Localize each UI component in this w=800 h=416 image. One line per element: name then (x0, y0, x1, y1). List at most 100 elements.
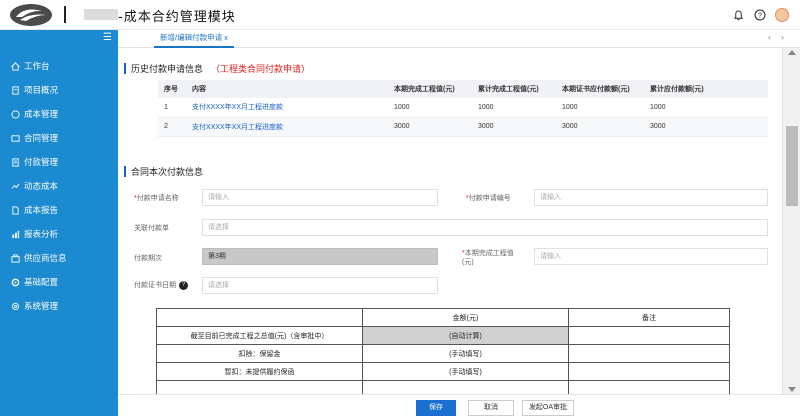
row-label: 暂扣：未提供履约保函 (156, 362, 363, 381)
chevron-right-icon[interactable]: › (781, 32, 794, 42)
sidebar-menu: 工作台 项目概况 成本管理 合同管理 付款管理 动态成本 成本报告 报表分析 供… (0, 54, 118, 318)
avatar (775, 8, 789, 22)
submit-oa-button[interactable]: 发起OA审批 (522, 400, 574, 416)
table-row: 扣除：保留金 (手动填写) (156, 344, 730, 363)
sidebar-item-label: 成本报告 (24, 205, 59, 215)
sidebar-item-project-overview[interactable]: 项目概况 (0, 78, 118, 102)
sidebar-item-supplier-info[interactable]: 供应商信息 (0, 246, 118, 270)
contract-icon (10, 133, 20, 143)
sidebar-item-cost-management[interactable]: 成本管理 (0, 102, 118, 126)
sidebar-item-cost-report[interactable]: 成本报告 (0, 198, 118, 222)
note-cell[interactable] (568, 380, 730, 394)
linked-payment-label: 关联付款单 (134, 225, 169, 232)
amount-cell[interactable]: (手动填写) (362, 344, 569, 363)
sidebar-item-label: 合同管理 (24, 133, 59, 143)
history-table: 序号 内容 本期完成工程值(元) 累计完成工程值(元) 本期证书应付款额(元) … (158, 80, 768, 137)
table-cell: 2 (158, 117, 186, 137)
tab-edit-payment-request[interactable]: 新增/编辑付款申请 x (154, 30, 234, 48)
payment-record-link[interactable]: 支付XXXX年XX月工程进度款 (186, 98, 388, 118)
sidebar-item-label: 报表分析 (24, 229, 59, 239)
table-cell: 3000 (472, 117, 556, 137)
column-header: 累计应付款额(元) (644, 80, 768, 98)
linked-payment-select[interactable]: 请选择 (202, 219, 768, 236)
row-label (156, 380, 363, 394)
section-title: 合同本次付款信息 (131, 166, 204, 177)
sidebar-item-label: 成本管理 (24, 109, 59, 119)
payment-record-link[interactable]: 支付XXXX年XX月工程进度款 (186, 117, 388, 137)
payment-icon (10, 157, 20, 167)
sidebar: ☰ 工作台 项目概况 成本管理 合同管理 付款管理 动态成本 成本报告 报表分析… (0, 30, 118, 416)
payment-period-field: 第3期 (202, 248, 438, 265)
bell-icon[interactable] (728, 5, 748, 25)
sidebar-item-label: 基础配置 (24, 277, 59, 287)
note-cell[interactable] (568, 362, 730, 381)
sidebar-item-label: 动态成本 (24, 181, 59, 191)
main-content: 历史付款申请信息 （工程类合同付款申请） 序号 内容 本期完成工程值(元) 累计… (118, 48, 782, 394)
form-footer: 保存 取消 发起OA审批 (118, 394, 800, 416)
help-icon[interactable]: ? (750, 5, 770, 25)
settings-icon (10, 301, 20, 311)
config-icon (10, 277, 20, 287)
amount-cell: (自动计算) (362, 326, 569, 345)
payment-code-input[interactable]: 请输入 (534, 189, 768, 206)
top-header: -成本合约管理模块 ? (0, 0, 800, 30)
user-avatar[interactable] (772, 5, 792, 25)
column-header: 金额(元) (362, 308, 569, 327)
history-section-header: 历史付款申请信息 （工程类合同付款申请） (124, 62, 310, 74)
amount-cell[interactable]: (手动填写) (362, 362, 569, 381)
sidebar-item-basic-config[interactable]: 基础配置 (0, 270, 118, 294)
question-icon[interactable]: ? (179, 280, 188, 290)
sidebar-item-system-management[interactable]: 系统管理 (0, 294, 118, 318)
sidebar-item-report-analysis[interactable]: 报表分析 (0, 222, 118, 246)
payment-name-input[interactable]: 请输入 (202, 189, 438, 206)
sidebar-item-payment-management[interactable]: 付款管理 (0, 150, 118, 174)
table-row: 1 支付XXXX年XX月工程进度款 1000 1000 1000 1000 (158, 98, 768, 118)
blurred-company-name (84, 9, 118, 20)
table-cell: 1000 (556, 98, 644, 118)
collapse-menu-icon[interactable]: ☰ (103, 32, 112, 43)
scroll-up-icon[interactable] (788, 50, 796, 55)
vertical-scrollbar[interactable] (782, 48, 800, 394)
sidebar-item-dynamic-cost[interactable]: 动态成本 (0, 174, 118, 198)
dynamic-icon (10, 181, 20, 191)
supplier-icon (10, 253, 20, 263)
row-label: 扣除：保留金 (156, 344, 363, 363)
column-header: 累计完成工程值(元) (472, 80, 556, 98)
table-cell: 1000 (472, 98, 556, 118)
scroll-down-icon[interactable] (788, 387, 796, 392)
certificate-date-picker[interactable]: 请选择 (202, 277, 438, 294)
scroll-thumb[interactable] (786, 126, 798, 206)
engineering-value-label: *本期完成工程值 (元) (462, 250, 514, 266)
payment-name-label: *付款申请名称 (134, 195, 179, 202)
table-row: 2 支付XXXX年XX月工程进度款 3000 3000 3000 3000 (158, 117, 768, 137)
note-cell[interactable] (568, 344, 730, 363)
note-cell[interactable] (568, 326, 730, 345)
sidebar-item-label: 供应商信息 (24, 253, 67, 263)
tab-bar: 新增/编辑付款申请 x ‹› (118, 30, 800, 48)
row-label: 截至目前已完成工程之总值(元)（含审批中） (156, 326, 363, 345)
table-cell (156, 308, 363, 327)
sidebar-item-label: 付款管理 (24, 157, 59, 167)
engineering-value-input[interactable]: 请输入 (534, 248, 768, 265)
table-header-row: 序号 内容 本期完成工程值(元) 累计完成工程值(元) 本期证书应付款额(元) … (158, 80, 768, 98)
save-button[interactable]: 保存 (416, 400, 456, 416)
column-header: 本期证书应付款额(元) (556, 80, 644, 98)
section-title: 历史付款申请信息 (131, 63, 204, 74)
column-header: 备注 (568, 308, 730, 327)
amount-table: 金额(元) 备注 截至目前已完成工程之总值(元)（含审批中） (自动计算) 扣除… (156, 308, 730, 394)
svg-text:?: ? (758, 13, 762, 20)
form-section-header: 合同本次付款信息 (124, 165, 203, 177)
sidebar-item-workbench[interactable]: 工作台 (0, 54, 118, 78)
certificate-date-label: 付款证书日期? (134, 280, 188, 290)
sidebar-item-contract-management[interactable]: 合同管理 (0, 126, 118, 150)
amount-cell[interactable] (362, 380, 569, 394)
chevron-left-icon[interactable]: ‹ (768, 32, 781, 42)
table-row: 暂扣：未提供履约保函 (手动填写) (156, 362, 730, 381)
cancel-button[interactable]: 取消 (468, 400, 514, 416)
coin-icon (10, 109, 20, 119)
column-header: 本期完成工程值(元) (388, 80, 472, 98)
logo-separator (64, 6, 66, 23)
home-icon (10, 61, 20, 71)
table-cell: 1000 (644, 98, 768, 118)
document-icon (10, 85, 20, 95)
